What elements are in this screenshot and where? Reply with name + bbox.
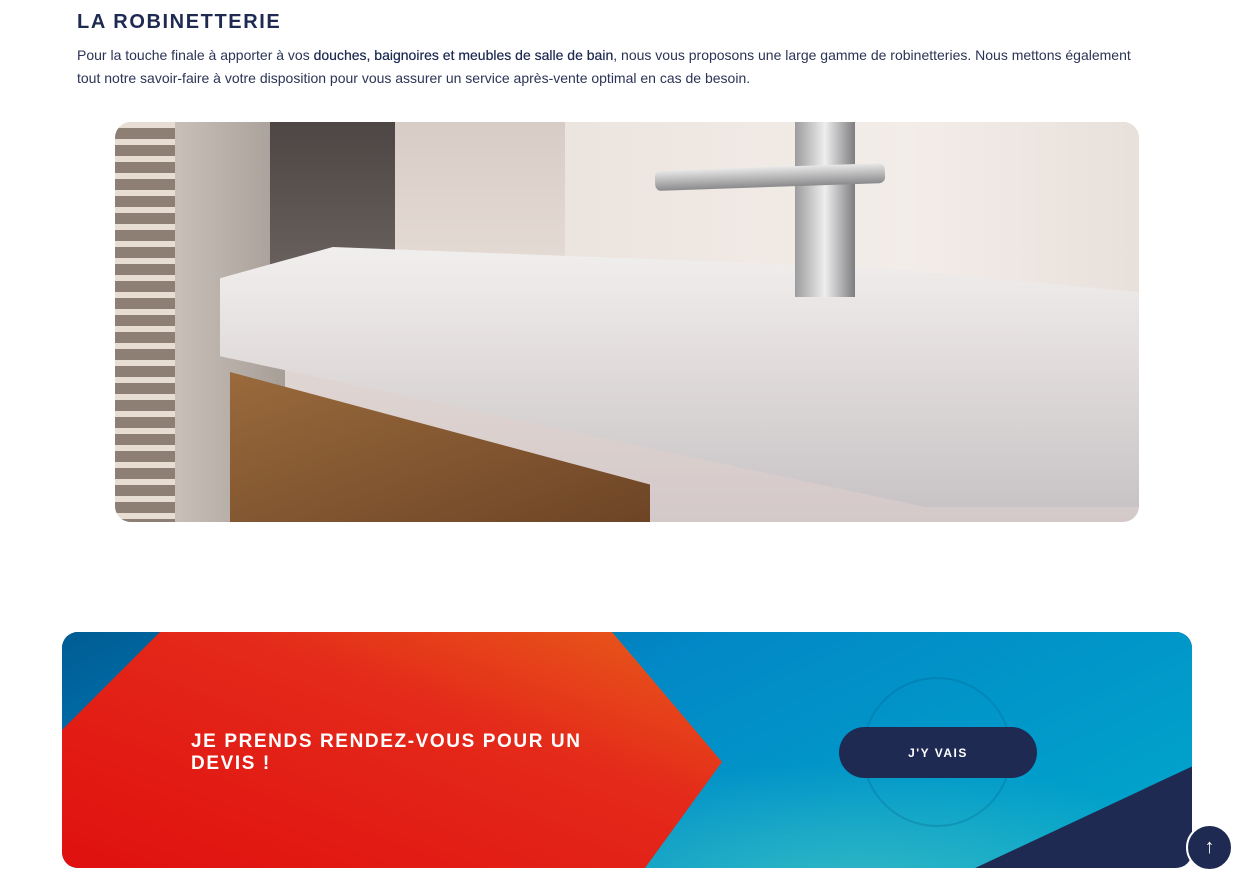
scroll-to-top-button[interactable]: ↑: [1186, 824, 1233, 871]
bathroom-sink-photo: [115, 122, 1139, 522]
section-intro: Pour la touche finale à apporter à vos d…: [77, 44, 1147, 90]
intro-text: Pour la touche finale à apporter à vos: [77, 47, 314, 63]
intro-highlight: douches, baignoires et meubles de salle …: [313, 47, 614, 63]
photo-faucet: [795, 122, 855, 297]
jy-vais-button[interactable]: J'Y VAIS: [839, 727, 1037, 778]
banner-heading: JE PRENDS RENDEZ-VOUS POUR UN DEVIS !: [191, 731, 582, 774]
arrow-up-icon: ↑: [1204, 836, 1215, 858]
photo-towel-radiator: [115, 122, 175, 522]
section-title: LA ROBINETTERIE: [77, 11, 282, 33]
quote-banner: JE PRENDS RENDEZ-VOUS POUR UN DEVIS ! J'…: [62, 632, 1192, 868]
